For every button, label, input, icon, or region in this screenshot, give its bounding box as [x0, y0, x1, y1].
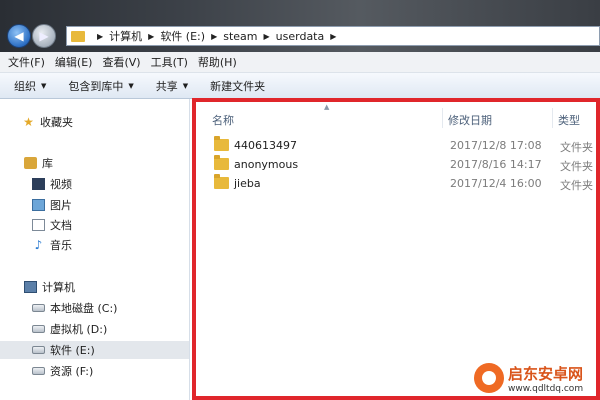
- nav-item-computer[interactable]: 计算机: [24, 278, 75, 296]
- file-modified-date: 2017/12/8 17:08: [450, 139, 542, 152]
- file-type: 文件夹: [560, 179, 593, 192]
- breadcrumb-computer[interactable]: 计算机: [109, 28, 142, 44]
- menu-help[interactable]: 帮助(H): [198, 54, 237, 70]
- file-type: 文件夹: [560, 141, 593, 154]
- title-bar: ◀ ▶ ▶ 计算机 ▶ 软件 (E:) ▶ steam ▶ userdata ▶: [0, 0, 600, 52]
- video-icon: [32, 178, 45, 190]
- file-name: 440613497: [234, 139, 297, 152]
- star-icon: ★: [23, 115, 34, 129]
- watermark-logo-icon: [474, 363, 504, 393]
- nav-item-drive-d[interactable]: 虚拟机 (D:): [32, 320, 107, 338]
- folder-icon: [214, 174, 229, 189]
- nav-label: 音乐: [50, 239, 72, 252]
- library-icon: [24, 157, 37, 169]
- nav-item-drive-e[interactable]: 软件 (E:): [0, 341, 189, 359]
- forward-button[interactable]: ▶: [32, 24, 56, 48]
- nav-item-documents[interactable]: 文档: [32, 216, 72, 234]
- picture-icon: [32, 199, 45, 211]
- watermark-name: 启东安卓网: [508, 364, 584, 383]
- file-list-pane: 名称 ▲ 修改日期 类型 440613497 2017/12/8 17:08 文…: [192, 98, 600, 400]
- share-label: 共享: [155, 79, 178, 93]
- watermark-url: www.qdltdq.com: [508, 383, 584, 394]
- chevron-right-icon[interactable]: ▶: [264, 32, 270, 41]
- back-button[interactable]: ◀: [7, 24, 31, 48]
- folder-icon: [71, 30, 85, 42]
- nav-label: 软件 (E:): [50, 344, 95, 357]
- menu-edit[interactable]: 编辑(E): [55, 54, 93, 70]
- nav-label: 计算机: [42, 281, 75, 294]
- menu-tools[interactable]: 工具(T): [151, 54, 188, 70]
- sort-ascending-icon: ▲: [324, 103, 330, 111]
- chevron-right-icon[interactable]: ▶: [148, 32, 154, 41]
- folder-icon: [214, 136, 229, 151]
- nav-label: 本地磁盘 (C:): [50, 302, 118, 315]
- column-header-name[interactable]: 名称: [212, 112, 234, 128]
- music-note-icon: ♪: [34, 238, 43, 252]
- chevron-down-icon: ▼: [128, 81, 134, 90]
- new-folder-button[interactable]: 新建文件夹: [210, 78, 265, 94]
- column-header-date[interactable]: 修改日期: [448, 112, 492, 128]
- folder-icon: [214, 155, 229, 170]
- organize-label: 组织: [14, 79, 36, 93]
- nav-label: 库: [42, 157, 53, 170]
- computer-icon: [24, 281, 37, 293]
- menu-file[interactable]: 文件(F): [8, 54, 45, 70]
- breadcrumb-drive-e[interactable]: 软件 (E:): [160, 28, 205, 44]
- menu-bar: 文件(F) 编辑(E) 查看(V) 工具(T) 帮助(H): [0, 52, 600, 73]
- file-name: jieba: [234, 177, 261, 190]
- file-row[interactable]: anonymous 2017/8/16 14:17 文件夹: [214, 155, 594, 174]
- site-watermark: 启东安卓网 www.qdltdq.com: [474, 358, 600, 398]
- chevron-down-icon: ▼: [182, 81, 189, 90]
- breadcrumb-steam[interactable]: steam: [223, 30, 257, 43]
- file-name: anonymous: [234, 158, 299, 171]
- new-folder-label: 新建文件夹: [210, 79, 266, 93]
- nav-label: 资源 (F:): [50, 365, 94, 378]
- nav-item-drive-c[interactable]: 本地磁盘 (C:): [32, 299, 117, 317]
- hard-drive-icon: [32, 346, 45, 354]
- nav-label: 虚拟机 (D:): [50, 323, 108, 336]
- column-divider[interactable]: [552, 108, 553, 128]
- command-toolbar: 组织 ▼ 包含到库中 ▼ 共享 ▼ 新建文件夹: [0, 73, 600, 99]
- file-modified-date: 2017/12/4 16:00: [450, 177, 542, 190]
- nav-label: 图片: [50, 199, 72, 212]
- document-icon: [32, 219, 45, 231]
- column-header-type[interactable]: 类型: [558, 112, 580, 128]
- nav-item-videos[interactable]: 视频: [32, 175, 72, 193]
- nav-item-pictures[interactable]: 图片: [32, 196, 72, 214]
- nav-item-drive-f[interactable]: 资源 (F:): [32, 362, 93, 380]
- organize-button[interactable]: 组织 ▼: [14, 78, 46, 94]
- nav-label: 收藏夹: [40, 116, 73, 129]
- breadcrumb-userdata[interactable]: userdata: [276, 30, 325, 43]
- hard-drive-icon: [32, 325, 45, 333]
- nav-label: 视频: [50, 178, 72, 191]
- file-row[interactable]: 440613497 2017/12/8 17:08 文件夹: [214, 136, 594, 155]
- chevron-down-icon: ▼: [41, 81, 47, 90]
- file-modified-date: 2017/8/16 14:17: [450, 158, 542, 171]
- hard-drive-icon: [32, 367, 45, 375]
- include-in-library-label: 包含到库中: [68, 79, 124, 93]
- file-type: 文件夹: [560, 160, 593, 173]
- chevron-right-icon[interactable]: ▶: [211, 32, 217, 41]
- share-button[interactable]: 共享 ▼: [156, 78, 188, 94]
- nav-item-music[interactable]: ♪ 音乐: [32, 236, 72, 254]
- nav-item-favorites[interactable]: ★ 收藏夹: [22, 113, 73, 131]
- nav-label: 文档: [50, 219, 72, 232]
- chevron-right-icon[interactable]: ▶: [330, 32, 336, 41]
- include-in-library-button[interactable]: 包含到库中 ▼: [68, 78, 133, 94]
- hard-drive-icon: [32, 304, 45, 312]
- menu-view[interactable]: 查看(V): [102, 54, 140, 70]
- column-divider[interactable]: [442, 108, 443, 128]
- nav-item-libraries[interactable]: 库: [24, 154, 53, 172]
- address-bar[interactable]: ▶ 计算机 ▶ 软件 (E:) ▶ steam ▶ userdata ▶: [66, 26, 600, 46]
- file-row[interactable]: jieba 2017/12/4 16:00 文件夹: [214, 174, 594, 193]
- navigation-pane: ★ 收藏夹 库 视频 图片 文档 ♪ 音乐 计算机 本地磁盘 (C:) 虚拟机 …: [0, 99, 190, 400]
- chevron-right-icon: ▶: [97, 31, 104, 41]
